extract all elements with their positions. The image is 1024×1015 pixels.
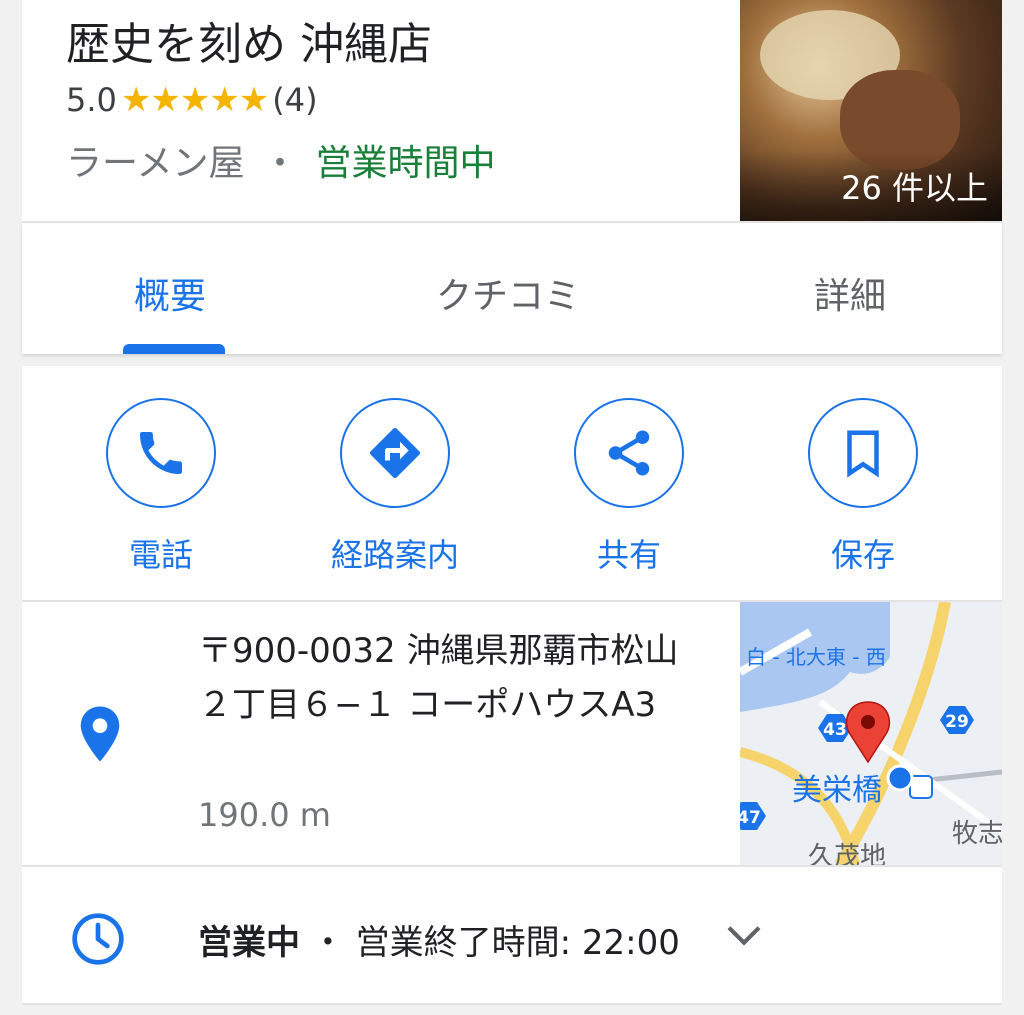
map-graphic: 白 - 北大東 - 西 43 29 47 美栄橋 牧志 久茂地	[740, 602, 1002, 865]
category-label: ラーメン屋	[66, 143, 245, 184]
tab-overview[interactable]: 概要	[134, 267, 206, 319]
rating-stars: ★★★★★	[120, 80, 269, 120]
map-area-kumoji: 久茂地	[808, 842, 886, 865]
call-label: 電話	[128, 536, 193, 574]
photo-count: 26 件以上	[841, 169, 988, 207]
category-row: ラーメン屋 ・ 営業時間中	[66, 134, 496, 186]
share-icon	[608, 430, 650, 476]
hours-row[interactable]: 営業中 ・ 営業終了時間: 22:00	[22, 867, 1002, 1005]
location-pin-icon	[80, 706, 120, 762]
directions-icon	[370, 428, 420, 478]
map-road-label: 白 - 北大東 - 西	[746, 645, 886, 669]
save-button[interactable]: 保存	[778, 398, 948, 576]
rating-value: 5.0	[66, 81, 117, 119]
open-status: 営業時間中	[315, 143, 496, 184]
chevron-down-icon[interactable]	[724, 921, 764, 951]
map-route-47: 47	[740, 808, 761, 828]
map-route-43: 43	[823, 720, 847, 740]
save-button-circle	[808, 398, 918, 508]
tab-bar: 概要 クチコミ 詳細	[22, 223, 1002, 354]
share-button-circle	[574, 398, 684, 508]
active-tab-indicator	[123, 344, 225, 354]
map-route-29: 29	[945, 712, 969, 732]
clock-icon	[72, 913, 124, 965]
hours-dot: ・	[310, 923, 345, 963]
place-header: 歴史を刻め 沖縄店 5.0 ★★★★★ (4) ラーメン屋 ・ 営業時間中 26 件…	[22, 0, 1002, 223]
share-button[interactable]: 共有	[544, 398, 714, 576]
map-area-makishi: 牧志	[952, 819, 1002, 849]
review-count: (4)	[272, 81, 318, 119]
map-station-label: 美栄橋	[792, 773, 882, 808]
share-label: 共有	[596, 536, 661, 574]
call-button[interactable]: 電話	[76, 398, 246, 576]
hours-status: 営業中	[198, 923, 300, 963]
phone-icon	[140, 432, 182, 474]
tab-reviews[interactable]: クチコミ	[436, 267, 580, 319]
directions-button[interactable]: 経路案内	[310, 398, 480, 576]
save-label: 保存	[830, 536, 895, 574]
tab-details[interactable]: 詳細	[814, 267, 886, 319]
directions-label: 経路案内	[330, 536, 459, 574]
hours-closing: 営業終了時間: 22:00	[355, 923, 680, 963]
call-button-circle	[106, 398, 216, 508]
action-row: 電話 経路案内 共有 保存	[22, 366, 1002, 602]
separator-dot: ・	[262, 143, 299, 184]
distance-text: 190.0 m	[198, 796, 331, 834]
directions-button-circle	[340, 398, 450, 508]
rating-row[interactable]: 5.0 ★★★★★ (4)	[66, 80, 318, 120]
bookmark-icon	[847, 430, 879, 478]
place-photo[interactable]: 26 件以上	[740, 0, 1002, 221]
place-title: 歴史を刻め 沖縄店	[66, 19, 432, 70]
address-text: 〒900-0032 沖縄県那覇市松山２丁目６−１ コーポハウスA3	[198, 631, 679, 725]
map-thumbnail[interactable]: 白 - 北大東 - 西 43 29 47 美栄橋 牧志 久茂地	[740, 602, 1002, 865]
address-row[interactable]: 〒900-0032 沖縄県那覇市松山２丁目６−１ コーポハウスA3 190.0 …	[22, 602, 1002, 867]
hours-text: 営業中 ・ 営業終了時間: 22:00	[198, 915, 680, 964]
